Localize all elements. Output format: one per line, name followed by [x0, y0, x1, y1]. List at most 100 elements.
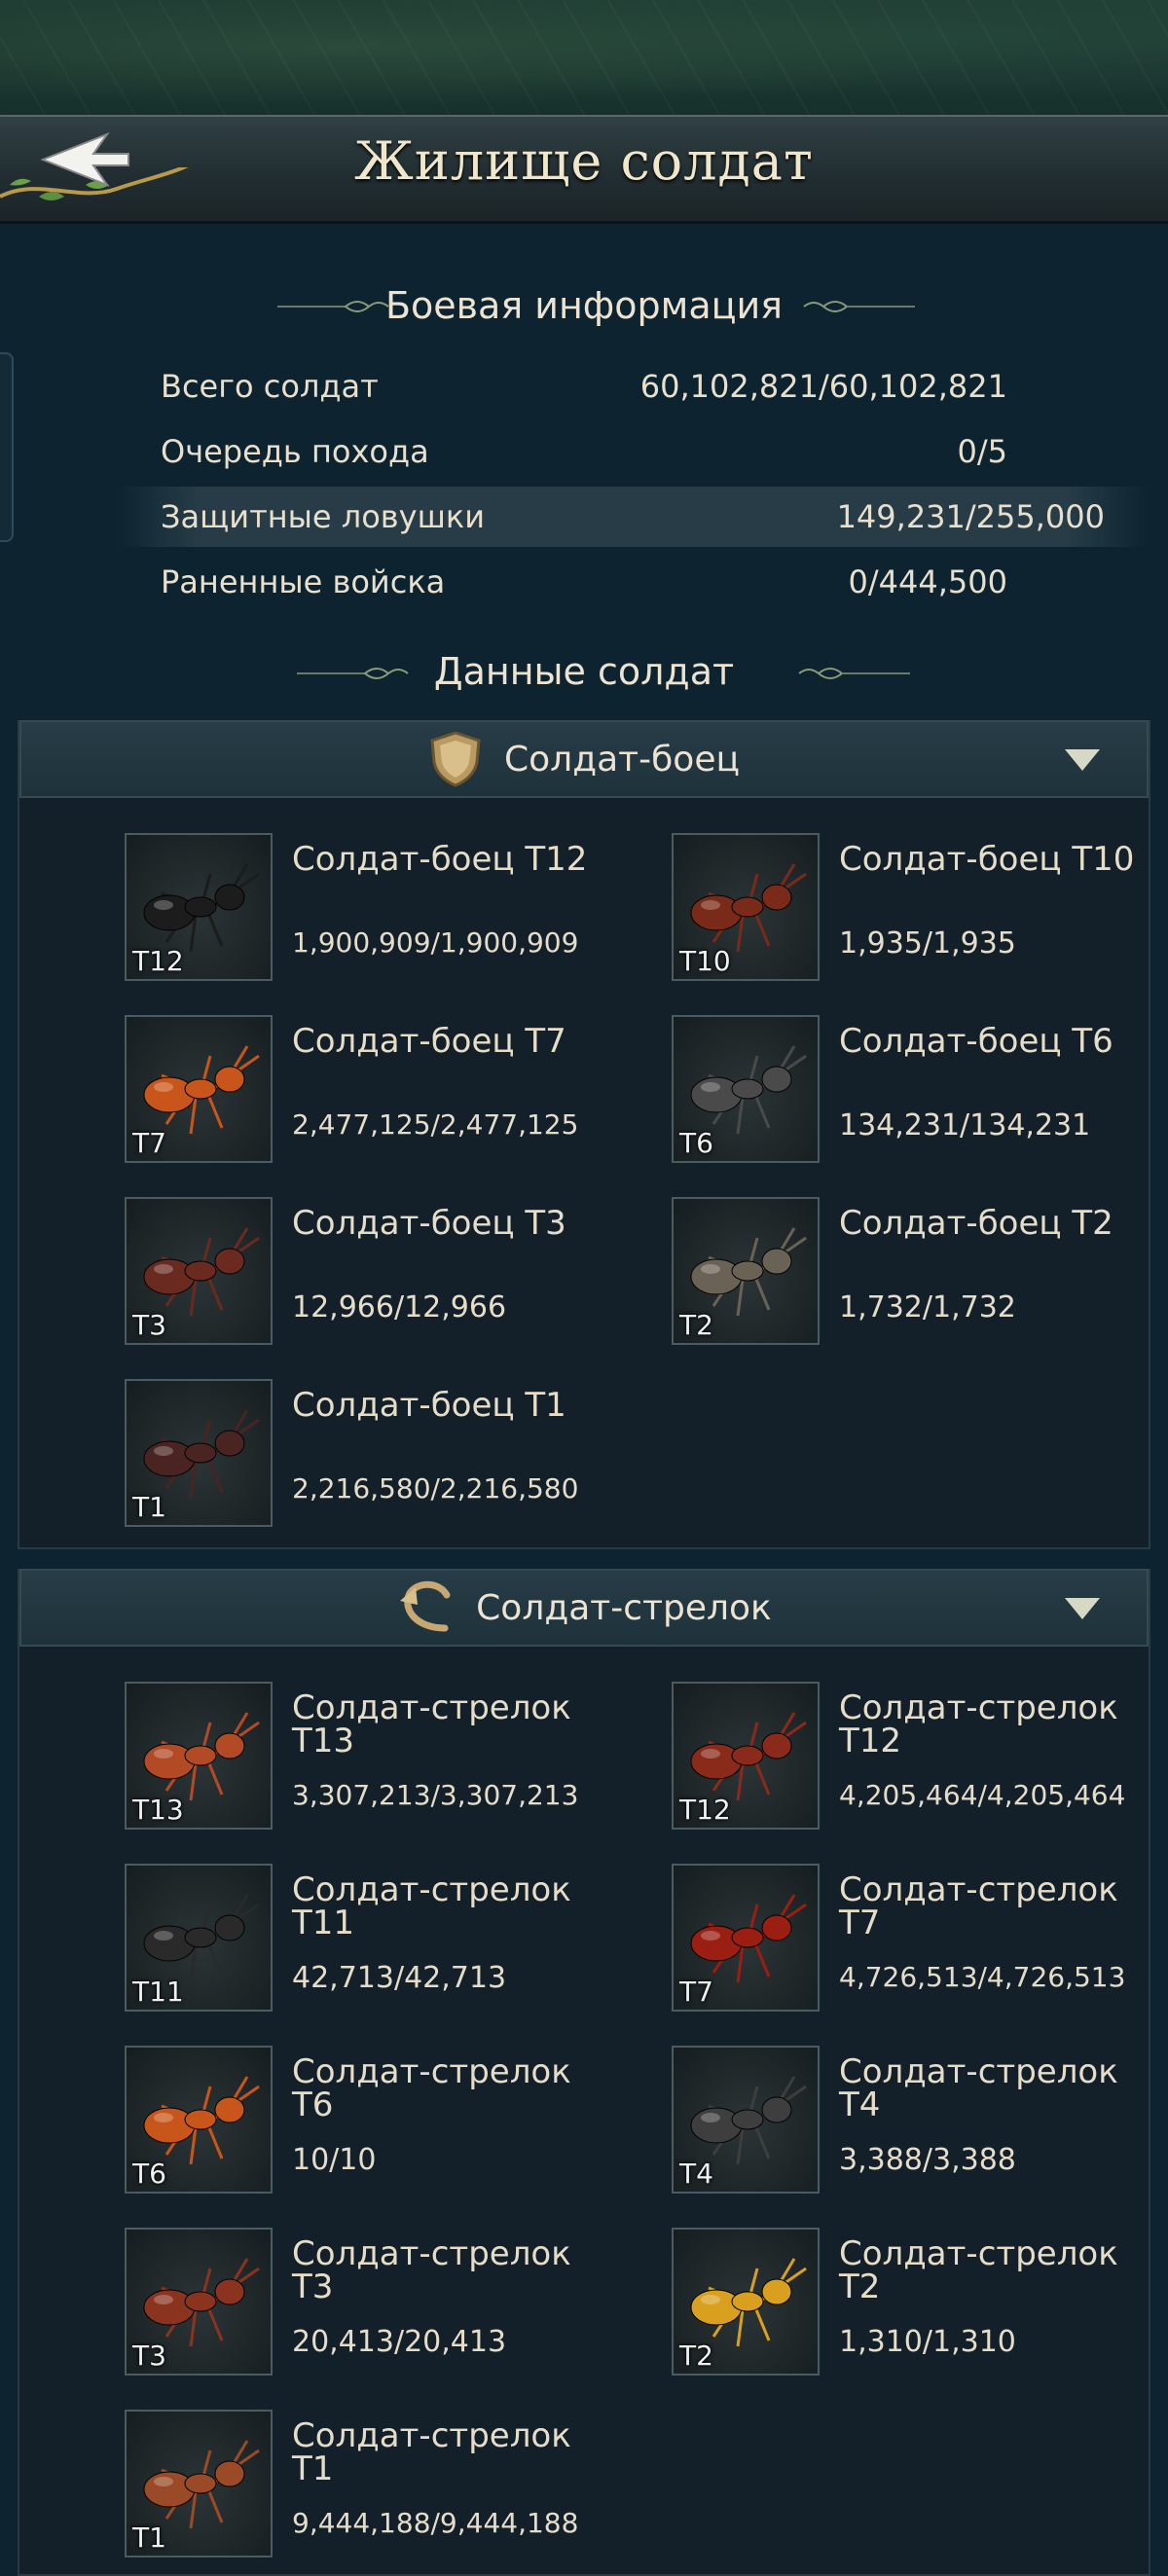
category-header-shooter[interactable]: Солдат-стрелок [19, 1569, 1149, 1647]
unit-thumbnail[interactable]: T4 [672, 2046, 820, 2194]
unit-card[interactable]: T4 Солдат-стрелок T4 3,388/3,388 [672, 2046, 1168, 2194]
ant-icon [143, 1227, 260, 1317]
unit-card[interactable]: T11 Солдат-стрелок T11 42,713/42,713 [125, 1864, 670, 2012]
side-tab[interactable] [0, 352, 14, 542]
unit-thumbnail[interactable]: T12 [125, 833, 273, 981]
unit-count: 3,307,213/3,307,213 [292, 1779, 579, 1811]
tier-badge: T7 [132, 1127, 166, 1159]
ant-icon [690, 1227, 807, 1317]
unit-count: 1,935/1,935 [839, 926, 1016, 961]
unit-card[interactable]: T6 Солдат-стрелок T6 10/10 [125, 2046, 670, 2194]
unit-count: 1,310/1,310 [839, 2325, 1016, 2359]
tier-badge: T2 [679, 2340, 713, 2372]
unit-card[interactable]: T12 Солдат-стрелок T12 4,205,464/4,205,464 [672, 1682, 1168, 1830]
info-label: Защитные ловушки [161, 498, 485, 535]
unit-thumbnail[interactable]: T12 [672, 1682, 820, 1830]
unit-thumbnail[interactable]: T2 [672, 1197, 820, 1345]
unit-card[interactable]: T3 Солдат-стрелок T3 20,413/20,413 [125, 2228, 670, 2376]
ant-icon [690, 1894, 807, 1983]
battle-info-title: Боевая информация [384, 284, 784, 327]
ant-icon [690, 2258, 807, 2347]
unit-count: 4,205,464/4,205,464 [839, 1779, 1126, 1811]
unit-thumbnail[interactable]: T10 [672, 833, 820, 981]
unit-name: Солдат-стрелок T12 [839, 1688, 1118, 1760]
collapse-triangle-icon[interactable] [1065, 749, 1100, 771]
unit-count: 134,231/134,231 [839, 1108, 1091, 1143]
category-header-fighter[interactable]: Солдат-боец [19, 720, 1149, 798]
info-label: Раненные войска [161, 563, 446, 600]
unit-name: Солдат-стрелок T2 [839, 2234, 1118, 2306]
ant-icon [690, 863, 807, 953]
soldier-data-title: Данные солдат [433, 650, 735, 693]
unit-card[interactable]: T3 Солдат-боец T3 12,966/12,966 [125, 1197, 670, 1345]
ant-icon [143, 2440, 260, 2529]
tier-badge: T12 [132, 945, 184, 977]
ant-icon [143, 2076, 260, 2165]
tier-badge: T11 [132, 1976, 184, 2008]
info-label: Очередь похода [161, 433, 429, 470]
unit-card[interactable]: T1 Солдат-боец T1 2,216,580/2,216,580 [125, 1379, 670, 1527]
unit-thumbnail[interactable]: T3 [125, 1197, 273, 1345]
info-value: 0/444,500 [848, 563, 1007, 600]
shield-icon [430, 731, 481, 787]
unit-card[interactable]: T12 Солдат-боец T12 1,900,909/1,900,909 [125, 833, 670, 981]
unit-thumbnail[interactable]: T3 [125, 2228, 273, 2376]
unit-name: Солдат-стрелок T6 [292, 2052, 571, 2124]
unit-card[interactable]: T2 Солдат-стрелок T2 1,310/1,310 [672, 2228, 1168, 2376]
unit-name: Солдат-боец T2 [839, 1204, 1113, 1243]
unit-thumbnail[interactable]: T2 [672, 2228, 820, 2376]
unit-card[interactable]: T7 Солдат-стрелок T7 4,726,513/4,726,513 [672, 1864, 1168, 2012]
unit-count: 2,216,580/2,216,580 [292, 1472, 579, 1505]
ant-icon [690, 1712, 807, 1801]
unit-count: 1,900,909/1,900,909 [292, 926, 579, 959]
ant-icon [143, 1409, 260, 1499]
collapse-triangle-icon[interactable] [1065, 1598, 1100, 1619]
unit-card[interactable]: T6 Солдат-боец T6 134,231/134,231 [672, 1015, 1168, 1163]
unit-card[interactable]: T13 Солдат-стрелок T13 3,307,213/3,307,213 [125, 1682, 670, 1830]
unit-count: 4,726,513/4,726,513 [839, 1961, 1126, 1993]
ant-icon [690, 1045, 807, 1135]
unit-thumbnail[interactable]: T1 [125, 1379, 273, 1527]
unit-count: 20,413/20,413 [292, 2325, 507, 2359]
bow-icon [400, 1580, 451, 1632]
category-label: Солдат-боец [504, 739, 740, 780]
unit-thumbnail[interactable]: T7 [672, 1864, 820, 2012]
unit-count: 10/10 [292, 2143, 377, 2177]
tier-badge: T7 [679, 1976, 713, 2008]
unit-thumbnail[interactable]: T11 [125, 1864, 273, 2012]
unit-name: Солдат-стрелок T3 [292, 2234, 571, 2306]
ornament-right-icon [798, 668, 910, 679]
unit-thumbnail[interactable]: T1 [125, 2410, 273, 2558]
unit-name: Солдат-боец T3 [292, 1204, 566, 1243]
unit-count: 2,477,125/2,477,125 [292, 1108, 579, 1141]
unit-card[interactable]: T2 Солдат-боец T2 1,732/1,732 [672, 1197, 1168, 1345]
unit-name: Солдат-боец T1 [292, 1386, 566, 1425]
unit-card[interactable]: T7 Солдат-боец T7 2,477,125/2,477,125 [125, 1015, 670, 1163]
unit-thumbnail[interactable]: T7 [125, 1015, 273, 1163]
back-button[interactable] [0, 115, 224, 224]
unit-name: Солдат-стрелок T13 [292, 1688, 571, 1760]
tier-badge: T10 [679, 945, 731, 977]
tier-badge: T6 [679, 1127, 713, 1159]
unit-thumbnail[interactable]: T6 [125, 2046, 273, 2194]
unit-card[interactable]: T10 Солдат-боец T10 1,935/1,935 [672, 833, 1168, 981]
info-row-wounded: Раненные войска 0/444,500 [146, 552, 1022, 612]
unit-card[interactable]: T1 Солдат-стрелок T1 9,444,188/9,444,188 [125, 2410, 670, 2558]
tier-badge: T12 [679, 1794, 731, 1826]
unit-count: 42,713/42,713 [292, 1961, 507, 1995]
info-value: 60,102,821/60,102,821 [639, 368, 1007, 405]
unit-name: Солдат-стрелок T11 [292, 1870, 571, 1942]
ornament-right-icon [803, 301, 915, 312]
unit-thumbnail[interactable]: T13 [125, 1682, 273, 1830]
unit-count: 3,388/3,388 [839, 2143, 1016, 2177]
ant-icon [690, 2076, 807, 2165]
back-arrow-icon [40, 132, 129, 187]
ant-icon [143, 2258, 260, 2347]
tier-badge: T3 [132, 2340, 166, 2372]
unit-name: Солдат-боец T10 [839, 840, 1135, 879]
tier-badge: T1 [132, 2522, 166, 2554]
unit-count: 12,966/12,966 [292, 1290, 507, 1324]
ant-icon [143, 1045, 260, 1135]
info-row-march-queue: Очередь похода 0/5 [146, 421, 1022, 482]
unit-thumbnail[interactable]: T6 [672, 1015, 820, 1163]
